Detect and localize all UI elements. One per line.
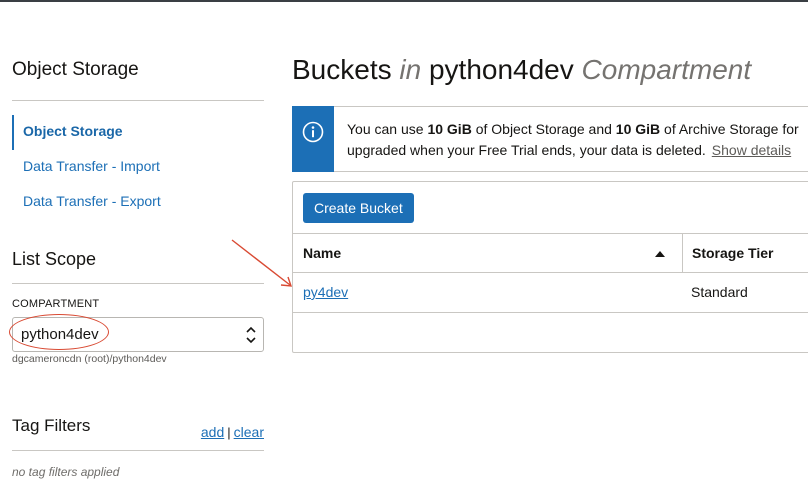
tag-filters-title: Tag Filters — [12, 416, 91, 435]
page-title-in: in — [399, 54, 422, 85]
list-scope-title: List Scope — [12, 249, 97, 269]
compartment-path: dgcameroncdn (root)/python4dev — [12, 353, 167, 365]
banner-bold-value: 10 GiB — [427, 121, 472, 137]
page-title-compartment: python4dev — [428, 54, 574, 85]
column-header-name[interactable]: Name — [303, 234, 681, 272]
banner-icon-strip — [292, 106, 334, 172]
clear-tag-filters-link[interactable]: clear — [234, 424, 264, 440]
link-separator: | — [227, 425, 231, 440]
compartment-select-value: python4dev — [21, 326, 99, 343]
banner-line-1: You can use 10 GiB of Object Storage and… — [347, 119, 799, 140]
create-bucket-button[interactable]: Create Bucket — [303, 193, 414, 223]
banner-line-2: upgraded when your Free Trial ends, your… — [347, 140, 799, 161]
divider — [12, 283, 264, 284]
tag-filter-links: add | clear — [201, 424, 264, 440]
banner-text-part: upgraded when your Free Trial ends, your… — [347, 142, 706, 158]
select-chevrons-icon — [246, 326, 256, 344]
table-row: py4dev Standard — [293, 273, 808, 313]
banner-text-part: You can use — [347, 121, 424, 137]
sidebar-item-object-storage[interactable]: Object Storage — [12, 115, 264, 150]
page-title: Buckets in python4dev Compartment — [292, 54, 751, 86]
show-details-link[interactable]: Show details — [712, 142, 791, 158]
banner-bold-value: 10 GiB — [615, 121, 661, 137]
sidebar-item-data-transfer-export[interactable]: Data Transfer - Export — [12, 185, 264, 220]
top-border — [0, 0, 808, 2]
sort-ascending-icon[interactable] — [655, 251, 665, 257]
banner-text-part: of Object Storage and — [475, 121, 612, 137]
free-trial-banner: You can use 10 GiB of Object Storage and… — [292, 106, 808, 172]
column-header-storage-tier[interactable]: Storage Tier — [692, 234, 773, 272]
banner-text: You can use 10 GiB of Object Storage and… — [347, 119, 799, 161]
page-title-suffix: Compartment — [581, 54, 752, 85]
sidebar-title: Object Storage — [12, 59, 139, 80]
divider — [12, 450, 264, 451]
sidebar-item-data-transfer-import[interactable]: Data Transfer - Import — [12, 150, 264, 185]
sidebar-nav: Object Storage Data Transfer - Import Da… — [12, 115, 264, 220]
compartment-select[interactable]: python4dev — [12, 317, 264, 352]
page-title-buckets: Buckets — [292, 54, 392, 85]
table-header: Name Storage Tier — [293, 233, 808, 273]
buckets-panel: Create Bucket Name Storage Tier py4dev S… — [292, 181, 808, 353]
divider — [12, 100, 264, 101]
banner-text-part: of Archive Storage for — [664, 121, 799, 137]
info-icon — [302, 121, 324, 143]
bucket-name-link[interactable]: py4dev — [303, 273, 348, 312]
bucket-storage-tier: Standard — [691, 284, 748, 300]
no-tag-filters-text: no tag filters applied — [12, 465, 120, 479]
column-divider — [682, 234, 683, 272]
compartment-label: COMPARTMENT — [12, 298, 100, 310]
add-tag-filter-link[interactable]: add — [201, 424, 224, 440]
